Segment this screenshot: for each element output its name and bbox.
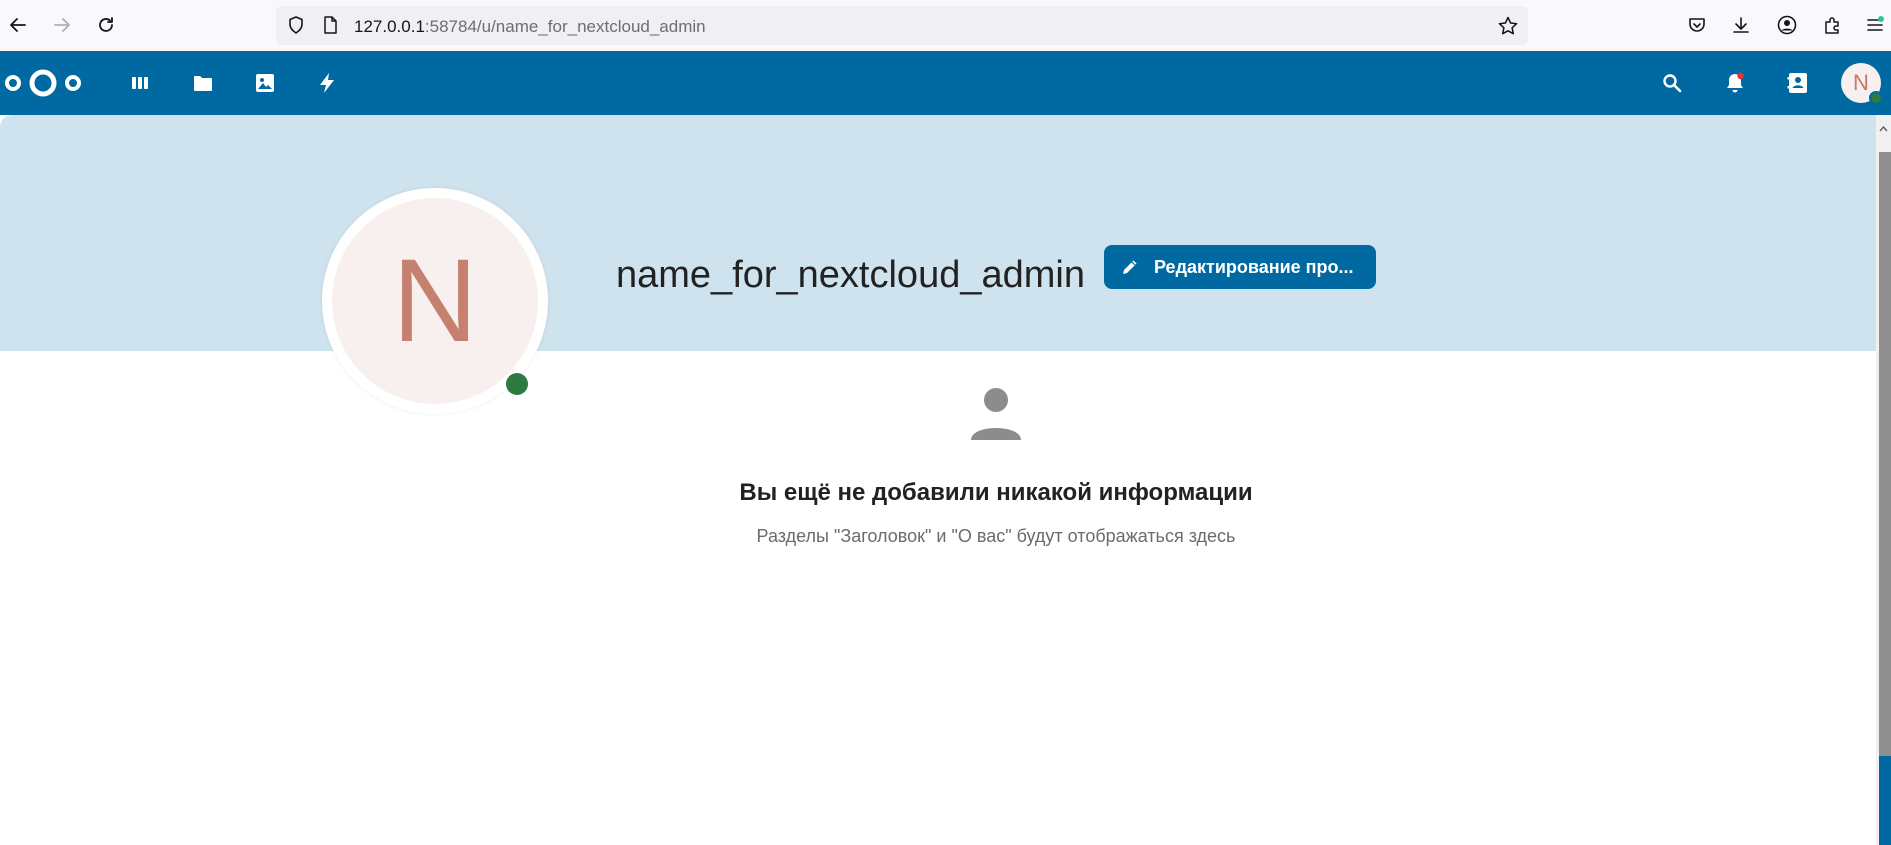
profile-banner <box>0 115 1876 351</box>
scrollbar-thumb[interactable] <box>1879 152 1891 756</box>
empty-state-description: Разделы "Заголовок" и "О вас" будут отоб… <box>756 526 1236 546</box>
notifications-icon[interactable] <box>1719 67 1751 99</box>
profile-status-indicator <box>506 373 528 395</box>
shield-icon[interactable] <box>286 15 306 40</box>
nextcloud-logo-icon[interactable] <box>4 67 82 99</box>
download-icon[interactable] <box>1728 12 1754 38</box>
profile-avatar-letter: N <box>332 198 538 404</box>
page-icon[interactable] <box>320 15 340 40</box>
pencil-icon <box>1120 257 1140 277</box>
scrollbar-track-end <box>1879 756 1891 845</box>
url-host: 127.0.0.1 <box>354 17 425 36</box>
contacts-icon[interactable] <box>1782 67 1814 99</box>
nextcloud-header: N <box>0 51 1891 115</box>
avatar-letter: N <box>1853 70 1869 95</box>
browser-toolbar: 127.0.0.1:58784/u/name_for_nextcloud_adm… <box>0 0 1891 51</box>
pocket-icon[interactable] <box>1684 12 1710 38</box>
url-path: :58784/u/name_for_nextcloud_admin <box>424 17 706 36</box>
files-icon[interactable] <box>187 67 219 99</box>
profile-display-name: name_for_nextcloud_admin <box>616 254 1085 296</box>
photos-icon[interactable] <box>249 67 281 99</box>
url-text[interactable]: 127.0.0.1:58784/u/name_for_nextcloud_adm… <box>354 17 706 37</box>
account-placeholder-icon <box>966 383 1026 443</box>
edit-profile-label: Редактирование про... <box>1154 256 1354 277</box>
edit-profile-button[interactable]: Редактирование про... <box>1104 245 1376 289</box>
activity-icon[interactable] <box>311 67 343 99</box>
bookmark-star-icon[interactable] <box>1497 15 1519 42</box>
account-icon[interactable] <box>1774 12 1800 38</box>
empty-state-title: Вы ещё не добавили никакой информации <box>739 479 1253 506</box>
forward-icon[interactable] <box>49 12 75 38</box>
menu-icon[interactable] <box>1862 12 1888 38</box>
dashboard-icon[interactable] <box>124 67 156 99</box>
profile-page: N name_for_nextcloud_admin Редактировани… <box>0 115 1876 845</box>
online-status-indicator <box>1869 91 1883 105</box>
extensions-icon[interactable] <box>1819 12 1845 38</box>
url-bar[interactable]: 127.0.0.1:58784/u/name_for_nextcloud_adm… <box>276 6 1528 45</box>
reload-icon[interactable] <box>93 12 119 38</box>
search-icon[interactable] <box>1656 67 1688 99</box>
back-icon[interactable] <box>5 12 31 38</box>
scroll-up-icon[interactable] <box>1879 120 1888 132</box>
